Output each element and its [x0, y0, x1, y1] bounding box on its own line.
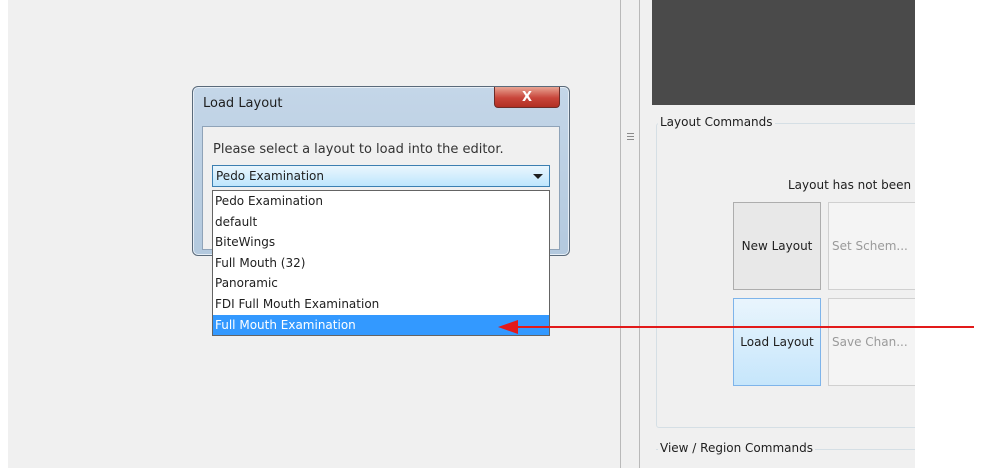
annotation-arrow-line [517, 326, 974, 328]
dialog-title: Load Layout [203, 96, 283, 111]
commands-panel: Layout Commands Layout has not been New … [652, 0, 915, 468]
close-icon: X [521, 89, 533, 105]
dropdown-option-pedo-examination[interactable]: Pedo Examination [213, 191, 549, 212]
layout-select[interactable]: Pedo Examination [212, 165, 550, 187]
layout-status-text: Layout has not been [788, 178, 912, 192]
set-schema-button[interactable]: Set Schem... [828, 202, 915, 290]
load-layout-button[interactable]: Load Layout [733, 298, 821, 386]
new-layout-button[interactable]: New Layout [733, 202, 821, 290]
dropdown-option-fdi-full-mouth-examination[interactable]: FDI Full Mouth Examination [213, 294, 549, 315]
dropdown-option-default[interactable]: default [213, 212, 549, 233]
save-changes-button[interactable]: Save Chan... [828, 298, 915, 386]
dropdown-option-full-mouth-32[interactable]: Full Mouth (32) [213, 253, 549, 274]
layout-commands-title: Layout Commands [658, 115, 775, 129]
chevron-down-icon [533, 174, 543, 179]
red-arrow-icon [498, 320, 518, 334]
grip-icon [627, 133, 634, 143]
dropdown-option-bitewings[interactable]: BiteWings [213, 232, 549, 253]
preview-area [652, 0, 915, 105]
panel-edge [640, 0, 652, 468]
dialog-prompt: Please select a layout to load into the … [213, 142, 504, 157]
view-region-commands-title: View / Region Commands [658, 441, 815, 455]
layout-dropdown-list: Pedo Examination default BiteWings Full … [212, 190, 550, 336]
close-button[interactable]: X [494, 87, 560, 108]
layout-select-value: Pedo Examination [216, 169, 324, 183]
dropdown-option-panoramic[interactable]: Panoramic [213, 273, 549, 294]
pane-splitter[interactable] [620, 0, 640, 468]
